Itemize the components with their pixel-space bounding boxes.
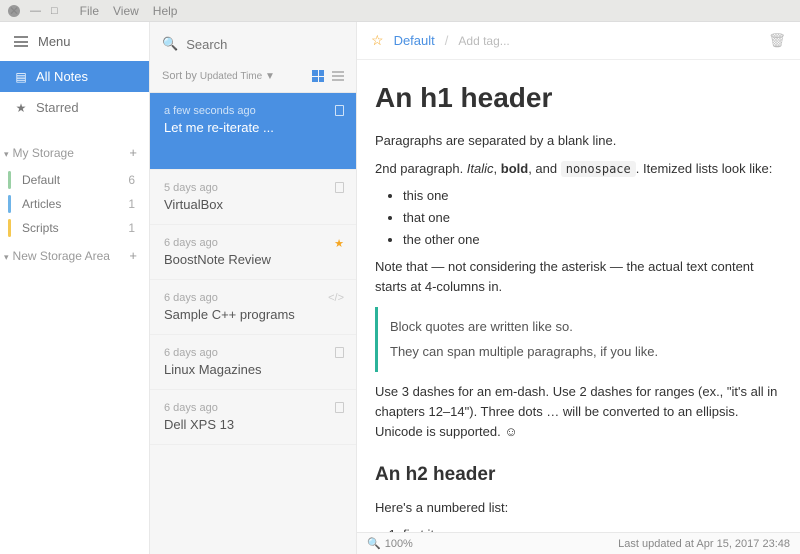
note-paragraph: Here's a numbered list: [375,498,778,518]
content-pane: ☆ Default / Add tag... 🗑 An h1 header Pa… [357,22,800,554]
note-time: 6 days ago [164,292,342,304]
window-minimize-icon[interactable]: — [30,5,41,17]
menu-label: Menu [38,34,71,49]
note-title: BoostNote Review [164,252,342,267]
add-folder-icon[interactable]: + [129,145,137,160]
note-title: Linux Magazines [164,362,342,377]
note-body[interactable]: An h1 header Paragraphs are separated by… [357,60,800,532]
grid-view-icon[interactable] [312,70,324,82]
note-item[interactable]: a few seconds ago Let me re-iterate ... [150,93,356,170]
sidebar-folder-scripts[interactable]: Scripts 1 [0,216,149,240]
sidebar-folder-default[interactable]: Default 6 [0,168,149,192]
list-view-icon[interactable] [332,71,344,81]
status-bar: 🔍 100% Last updated at Apr 15, 2017 23:4… [357,532,800,554]
last-updated: Last updated at Apr 15, 2017 23:48 [618,538,790,550]
document-icon [335,402,344,416]
sidebar-section-mystorage[interactable]: ▾My Storage + [0,137,149,168]
menu-help[interactable]: Help [153,4,178,18]
titlebar: ✕ — □ File View Help [0,0,800,22]
note-h1: An h1 header [375,76,778,119]
search-icon: 🔍 [162,36,178,52]
document-icon [335,182,344,196]
chevron-down-icon: ▾ [4,252,9,262]
note-item[interactable]: 6 days ago BoostNote Review ★ [150,225,356,280]
folder-color-icon [8,171,11,189]
menu-file[interactable]: File [80,4,99,18]
note-title: Let me re-iterate ... [164,120,342,135]
note-paragraph: 2nd paragraph. Italic, bold, and nonospa… [375,159,778,179]
note-item[interactable]: 6 days ago Dell XPS 13 [150,390,356,445]
note-item[interactable]: 6 days ago Linux Magazines [150,335,356,390]
document-icon [335,105,344,119]
folder-color-icon [8,219,11,237]
zoom-level[interactable]: 100% [385,538,413,550]
note-time: 6 days ago [164,347,342,359]
menu-toggle[interactable]: Menu [0,22,149,61]
note-blockquote: Block quotes are written like so. They c… [375,307,778,371]
folder-color-icon [8,195,11,213]
add-tag-input[interactable]: Add tag... [458,34,509,48]
sidebar-section-newstorage[interactable]: ▾New Storage Area + [0,240,149,271]
note-title: Sample C++ programs [164,307,342,322]
note-item[interactable]: 5 days ago VirtualBox [150,170,356,225]
note-time: 6 days ago [164,237,342,249]
sidebar: Menu ▤ All Notes ★ Starred ▾My Storage +… [0,22,150,554]
menu-view[interactable]: View [113,4,139,18]
window-maximize-icon[interactable]: □ [51,5,58,17]
note-icon: ▤ [14,70,28,84]
note-list: 🔍 + Sort by Updated Time ▼ a few seconds… [150,22,357,554]
sidebar-folder-articles[interactable]: Articles 1 [0,192,149,216]
search-input[interactable] [186,37,362,52]
note-h2: An h2 header [375,460,778,489]
star-icon: ★ [14,101,28,115]
note-title: Dell XPS 13 [164,417,342,432]
zoom-icon[interactable]: 🔍 [367,537,381,550]
note-title: VirtualBox [164,197,342,212]
sidebar-item-allnotes[interactable]: ▤ All Notes [0,61,149,92]
hamburger-icon [14,36,28,47]
note-ol: first item [403,525,778,532]
note-time: 6 days ago [164,402,342,414]
chevron-down-icon: ▾ [4,149,9,159]
window-close-icon[interactable]: ✕ [8,5,20,17]
note-paragraph: Paragraphs are separated by a blank line… [375,131,778,151]
note-time: 5 days ago [164,182,342,194]
sidebar-item-starred[interactable]: ★ Starred [0,92,149,123]
star-icon: ★ [334,237,344,250]
note-item[interactable]: 6 days ago Sample C++ programs </> [150,280,356,335]
code-icon: </> [328,292,344,304]
trash-icon[interactable]: 🗑 [768,32,786,49]
document-icon [335,347,344,361]
star-icon[interactable]: ☆ [371,32,384,49]
note-paragraph: Use 3 dashes for an em-dash. Use 2 dashe… [375,382,778,442]
sort-control[interactable]: Sort by Updated Time ▼ [162,70,275,82]
add-folder-icon[interactable]: + [129,248,137,263]
note-paragraph: Note that — not considering the asterisk… [375,257,778,297]
note-time: a few seconds ago [164,105,342,117]
breadcrumb[interactable]: Default [394,33,435,48]
note-ul: this one that one the other one [403,186,778,250]
